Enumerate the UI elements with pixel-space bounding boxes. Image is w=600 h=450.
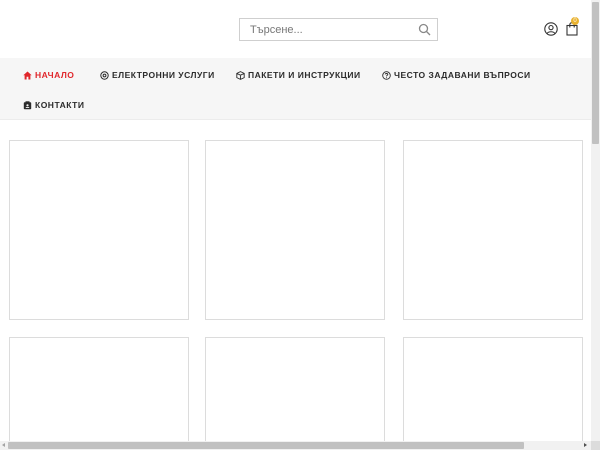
vertical-scrollbar[interactable]: [591, 0, 600, 441]
site-header: 0: [0, 0, 591, 58]
nav-item-e-services[interactable]: ЕЛЕКТРОННИ УСЛУГИ: [100, 69, 215, 81]
home-icon: [23, 71, 32, 79]
horizontal-scrollbar[interactable]: [0, 441, 591, 450]
at-icon: [100, 70, 109, 80]
nav-item-contacts[interactable]: КОНТАКТИ: [23, 99, 84, 111]
search-input[interactable]: [250, 22, 410, 38]
contacts-icon: [23, 100, 32, 109]
product-card[interactable]: [205, 140, 385, 320]
scroll-left-arrow-icon[interactable]: [2, 443, 5, 447]
main-navigation: НАЧАЛО ЕЛЕКТРОННИ УСЛУГИ ПАКЕТИ И ИНСТРУ…: [0, 58, 591, 120]
nav-item-home[interactable]: НАЧАЛО: [23, 69, 74, 81]
question-icon: [382, 70, 391, 80]
nav-item-label: ПАКЕТИ И ИНСТРУКЦИИ: [248, 70, 361, 80]
nav-item-label: ЧЕСТО ЗАДАВАНИ ВЪПРОСИ: [394, 70, 531, 80]
nav-item-faq[interactable]: ЧЕСТО ЗАДАВАНИ ВЪПРОСИ: [382, 69, 531, 81]
scroll-right-arrow-icon[interactable]: [584, 443, 587, 447]
horizontal-scrollbar-thumb[interactable]: [8, 442, 524, 449]
product-card[interactable]: [403, 337, 583, 450]
vertical-scrollbar-thumb[interactable]: [592, 2, 599, 144]
search-box: [239, 18, 438, 41]
cart-count-badge: 0: [571, 17, 579, 25]
product-card[interactable]: [205, 337, 385, 450]
product-card[interactable]: [9, 140, 189, 320]
scrollbar-corner: [591, 441, 600, 450]
nav-item-label: ЕЛЕКТРОННИ УСЛУГИ: [112, 70, 215, 80]
nav-item-label: КОНТАКТИ: [35, 100, 85, 110]
search-icon[interactable]: [418, 23, 431, 36]
user-account-icon[interactable]: [544, 22, 558, 36]
package-icon: [236, 70, 245, 80]
product-card[interactable]: [403, 140, 583, 320]
nav-item-label: НАЧАЛО: [35, 70, 75, 80]
product-card[interactable]: [9, 337, 189, 450]
nav-item-packages[interactable]: ПАКЕТИ И ИНСТРУКЦИИ: [236, 69, 361, 81]
